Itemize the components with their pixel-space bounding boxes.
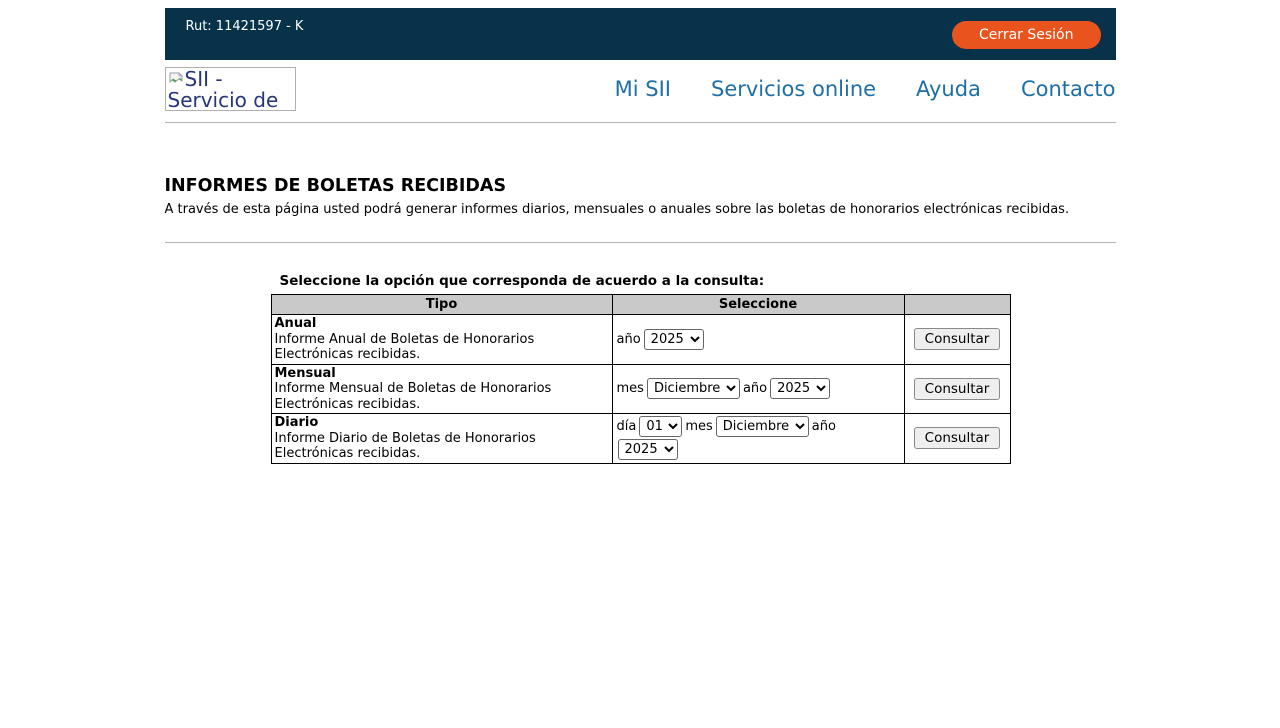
nav-contacto[interactable]: Contacto <box>1021 77 1116 101</box>
top-bar: Rut: 11421597 - K Cerrar Sesión <box>165 8 1116 60</box>
report-type-title: Anual <box>275 316 609 332</box>
select-label: mes <box>685 419 712 434</box>
select-label: año <box>743 381 767 396</box>
report-type-cell: MensualInforme Mensual de Boletas de Hon… <box>271 364 612 414</box>
consultar-button[interactable]: Consultar <box>914 378 1001 400</box>
month-select[interactable]: Diciembre <box>647 378 740 399</box>
select-label: día <box>617 419 637 434</box>
table-row-anual: AnualInforme Anual de Boletas de Honorar… <box>271 315 1010 365</box>
report-options-table: Tipo Seleccione AnualInforme Anual de Bo… <box>271 294 1011 464</box>
column-header-seleccione: Seleccione <box>612 295 904 315</box>
site-header: SII - Servicio de Mi SII Servicios onlin… <box>165 67 1116 111</box>
header-divider <box>165 122 1116 123</box>
nav-ayuda[interactable]: Ayuda <box>916 77 981 101</box>
column-header-empty <box>904 295 1010 315</box>
page-container: Rut: 11421597 - K Cerrar Sesión SII - Se… <box>165 8 1116 464</box>
table-header-row: Tipo Seleccione <box>271 295 1010 315</box>
main-nav: Mi SII Servicios online Ayuda Contacto <box>615 77 1116 101</box>
report-action-cell: Consultar <box>904 315 1010 365</box>
consultar-button[interactable]: Consultar <box>914 328 1001 350</box>
select-label: mes <box>617 381 644 396</box>
column-header-tipo: Tipo <box>271 295 612 315</box>
sii-logo-broken-image[interactable]: SII - Servicio de <box>165 67 296 111</box>
nav-servicios-online[interactable]: Servicios online <box>711 77 876 101</box>
report-type-cell: AnualInforme Anual de Boletas de Honorar… <box>271 315 612 365</box>
report-period-cell: mesDiciembreaño2025 <box>612 364 904 414</box>
day-select[interactable]: 01 <box>639 416 682 437</box>
month-select[interactable]: Diciembre <box>716 416 809 437</box>
report-action-cell: Consultar <box>904 414 1010 464</box>
consultar-button[interactable]: Consultar <box>914 427 1001 449</box>
year-select[interactable]: 2025 <box>770 378 830 399</box>
report-type-title: Mensual <box>275 366 609 382</box>
report-type-cell: DiarioInforme Diario de Boletas de Honor… <box>271 414 612 464</box>
logo-alt-text: SII - Servicio de <box>168 67 279 111</box>
report-action-cell: Consultar <box>904 364 1010 414</box>
rut-label: Rut: 11421597 - K <box>186 19 304 60</box>
report-type-title: Diario <box>275 415 609 431</box>
table-row-mensual: MensualInforme Mensual de Boletas de Hon… <box>271 364 1010 414</box>
select-label: año <box>812 419 836 434</box>
section-divider <box>165 242 1116 243</box>
report-period-cell: año2025 <box>612 315 904 365</box>
consulta-section: Seleccione la opción que corresponda de … <box>271 273 1010 464</box>
nav-mi-sii[interactable]: Mi SII <box>615 77 671 101</box>
broken-image-icon <box>168 72 184 88</box>
year-select[interactable]: 2025 <box>618 439 678 460</box>
page-title: INFORMES DE BOLETAS RECIBIDAS <box>165 176 1116 196</box>
page-description: A través de esta página usted podrá gene… <box>165 202 1116 217</box>
logout-button[interactable]: Cerrar Sesión <box>952 21 1101 49</box>
select-label: año <box>617 332 641 347</box>
table-row-diario: DiarioInforme Diario de Boletas de Honor… <box>271 414 1010 464</box>
year-select[interactable]: 2025 <box>644 329 704 350</box>
consulta-prompt: Seleccione la opción que corresponda de … <box>280 273 1010 289</box>
report-period-cell: día01mes Diciembreaño 2025 <box>612 414 904 464</box>
